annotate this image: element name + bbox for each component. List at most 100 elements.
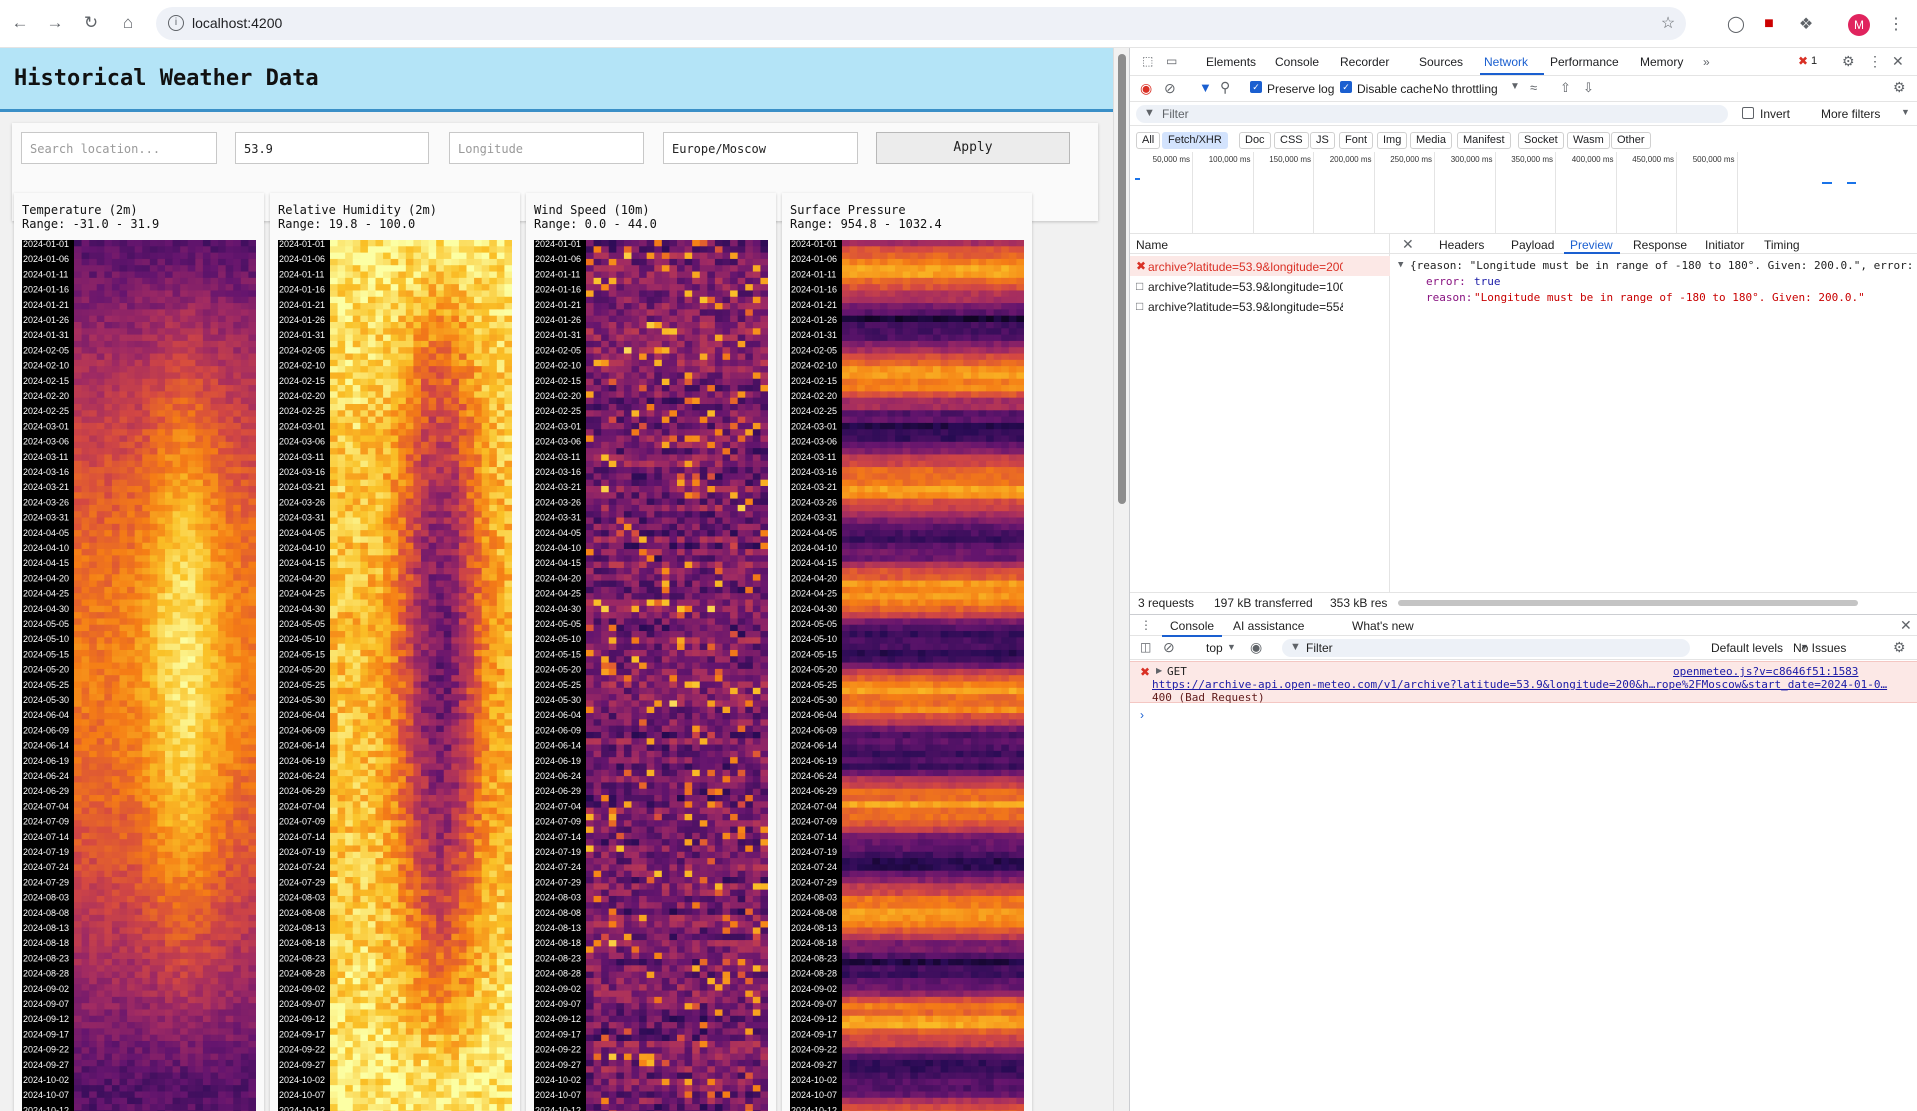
search-input[interactable]: Search location... [21,132,217,164]
heatmap-cell [119,649,128,657]
heatmap-cell [96,877,105,884]
heatmap-cell [202,883,212,891]
heatmap-cell [248,813,256,821]
heatmap-cell [81,290,90,298]
heatmap-cell [149,952,159,960]
heatmap-cell [240,845,250,853]
date-label: 2024-08-23 [23,953,69,963]
extension-icon[interactable]: ◯ [1725,13,1747,35]
heatmap-cell [134,813,143,821]
heatmap-cell [89,303,98,310]
heatmap-cell [337,265,346,273]
heatmap-cell [233,435,242,443]
bookmark-star-icon[interactable]: ☆ [1657,12,1679,34]
heatmap-cell [360,410,369,418]
heatmap-cell [149,977,159,985]
heatmap-cell [233,807,242,815]
heatmap-cell [375,435,384,443]
heatmap-cell [218,511,227,519]
heatmap-cell [383,435,392,443]
heatmap-cell [127,303,136,310]
timezone-input[interactable]: Europe/Moscow [663,132,858,164]
heatmap-cell [187,940,196,947]
heatmap-cell [330,542,339,550]
heatmap-cell [127,1022,136,1029]
pdf-extension-icon[interactable]: ■ [1758,13,1780,35]
heatmap-cell [218,422,227,430]
heatmap-cell [165,1053,174,1061]
heatmap-cell [481,549,490,556]
heatmap-cell [134,586,143,594]
heatmap-cell [104,946,113,954]
heatmap-cell [172,599,181,607]
heatmap-cell [119,385,128,392]
heatmap-cell [202,580,212,588]
heatmap-cell [89,914,98,922]
heatmap-cell [225,441,234,449]
heatmap-cell [134,555,143,563]
puzzle-icon[interactable]: ❖ [1795,13,1817,35]
home-icon[interactable]: ⌂ [117,12,139,34]
heatmap-cell [127,580,136,588]
heatmap-cell [210,895,219,903]
longitude-input[interactable]: Longitude [449,132,644,164]
heatmap-cell [352,429,361,437]
address-bar[interactable]: i localhost:4200 ☆ [156,7,1686,40]
heatmap-cell [119,940,128,947]
heatmap-cell [157,517,166,525]
heatmap-cell [149,1009,159,1017]
forward-icon[interactable]: → [44,12,66,34]
heatmap-cell [157,624,166,632]
heatmap-cell [81,832,90,840]
heatmap-cell [104,467,113,474]
heatmap-cell [233,359,242,367]
heatmap-cell [218,984,227,992]
heatmap-cell [96,441,105,449]
heatmap-cell [104,504,113,512]
heatmap-cell [81,877,90,884]
apply-button[interactable]: Apply [876,132,1070,164]
heatmap-cell [413,448,422,456]
heatmap-cell [233,763,242,771]
site-info-icon[interactable]: i [168,15,184,31]
heatmap-cell [134,296,143,304]
heatmap-cell [413,416,422,424]
heatmap-cell [218,927,227,935]
heatmap-cell [248,883,256,891]
heatmap-cell [218,366,227,374]
heatmap-cell [165,971,174,979]
heatmap-cell [74,996,83,1004]
date-label: 2024-04-20 [23,573,69,583]
browser-menu-icon[interactable]: ⋮ [1885,13,1907,35]
heatmap-cell [74,631,83,638]
heatmap-cell [443,303,452,310]
heatmap-cell [81,788,90,796]
heatmap-cell [367,416,377,424]
reload-icon[interactable]: ↻ [80,12,102,34]
heatmap-cell [119,277,128,285]
heatmap-cell [218,321,227,329]
latitude-input[interactable]: 53.9 [235,132,429,164]
avatar[interactable]: M [1848,14,1870,36]
heatmap-cell [466,599,475,607]
heatmap-cell [202,460,212,468]
heatmap-cell [127,422,136,430]
heatmap-cell [390,296,399,304]
heatmap-cell [496,511,506,519]
heatmap-cell [443,523,452,531]
heatmap-cell [119,908,128,916]
heatmap-cell [127,996,136,1004]
heatmap-cell [504,321,512,329]
heatmap-cell [218,435,227,443]
heatmap-cell [119,536,128,544]
heatmap-cell [225,372,234,380]
heatmap-cell [74,694,83,702]
heatmap-cell [421,454,430,462]
heatmap-cell [240,927,250,935]
heatmap-cell [474,435,483,443]
heatmap-cell [96,719,105,727]
heatmap-cell [195,586,204,594]
back-icon[interactable]: ← [9,12,31,34]
heatmap-cell [352,631,361,638]
heatmap-cell [233,706,242,714]
